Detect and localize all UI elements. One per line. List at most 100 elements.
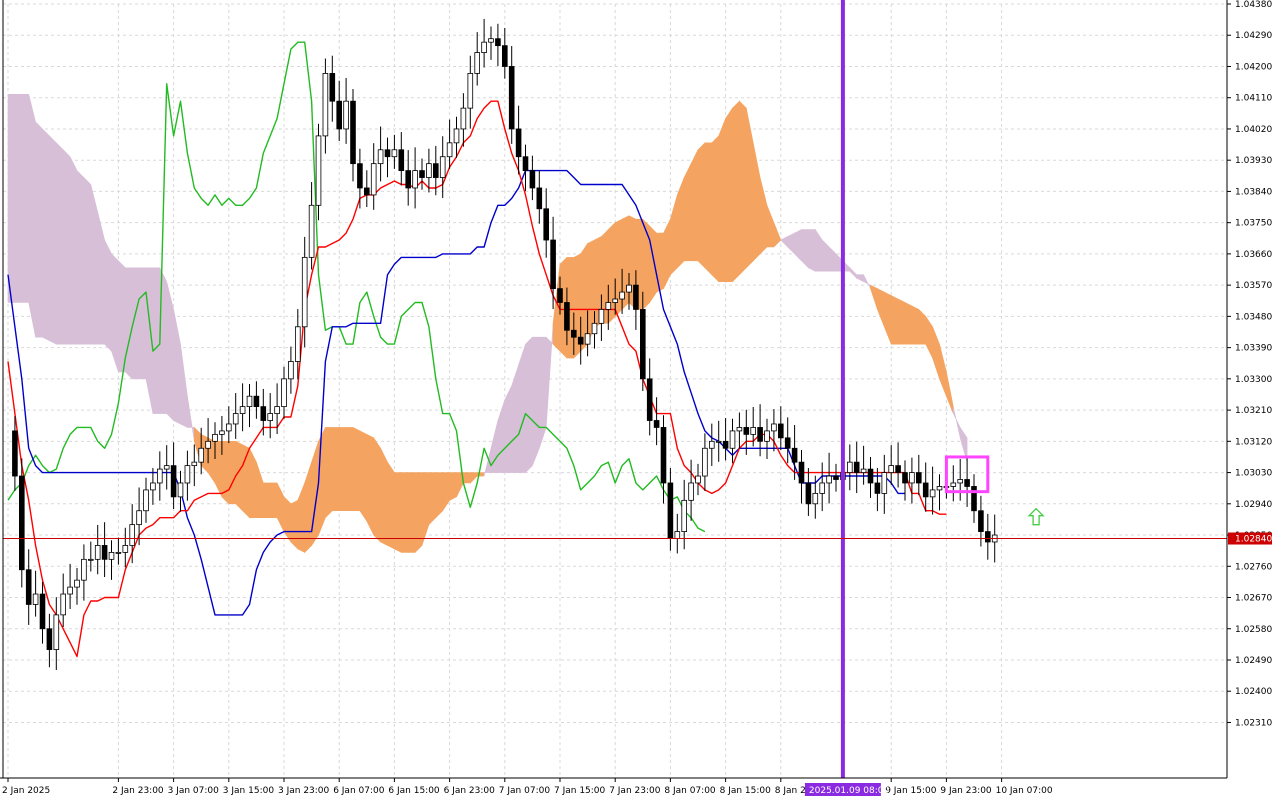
candle-body <box>205 440 211 449</box>
candle-body <box>212 433 218 442</box>
candle-body <box>18 475 25 571</box>
candle-body <box>253 395 260 408</box>
x-tick-label: 10 Jan 07:00 <box>996 786 1053 796</box>
y-tick-label: 1.02940 <box>1235 500 1272 510</box>
candle-body <box>757 427 763 442</box>
candle-body <box>412 170 418 189</box>
candle-body <box>163 465 170 470</box>
kumo-segment <box>373 436 381 543</box>
kumo-segment <box>125 267 133 380</box>
kumo-segment <box>21 93 30 303</box>
kumo-segment <box>400 472 409 553</box>
kumo-segment <box>90 184 98 345</box>
candle-body <box>826 475 832 484</box>
kumo-segment <box>290 499 299 550</box>
candle-body <box>715 440 722 443</box>
kumo-segment <box>338 427 347 512</box>
y-tick-label: 1.02490 <box>1235 656 1272 666</box>
y-tick-label: 1.03300 <box>1235 375 1272 385</box>
candle-body <box>916 472 922 484</box>
y-tick-label: 1.03930 <box>1235 156 1272 166</box>
y-tick-label: 1.02580 <box>1235 625 1272 635</box>
candle-body <box>529 170 536 189</box>
candle-body <box>88 558 94 561</box>
x-tick-label: 9 Jan 23:00 <box>940 786 992 796</box>
candle-body <box>750 427 756 435</box>
candle-body <box>543 208 549 241</box>
candle-body <box>798 461 805 484</box>
y-tick-label: 1.02670 <box>1235 594 1272 604</box>
candle-body <box>550 239 556 290</box>
kumo-segment <box>904 302 913 345</box>
candle-body <box>308 204 315 258</box>
candle-body <box>702 447 708 477</box>
candle-body <box>695 475 701 484</box>
candle-body <box>246 395 253 408</box>
x-tick-label: 6 Jan 07:00 <box>333 786 385 796</box>
candle-body <box>564 302 570 331</box>
y-tick-label: 1.04200 <box>1235 62 1272 72</box>
candle-body <box>198 447 205 463</box>
candle-body <box>853 461 860 473</box>
candle-body <box>60 593 66 616</box>
kumo-segment <box>463 472 471 484</box>
kumo-segment <box>269 482 278 518</box>
candle-body <box>336 100 342 130</box>
candle-body <box>39 593 46 630</box>
candle-body <box>909 472 915 484</box>
candle-body <box>860 468 867 473</box>
candle-body <box>812 492 819 505</box>
kumo-segment <box>366 433 375 536</box>
candle-body <box>405 170 411 189</box>
candle-body <box>481 41 487 53</box>
candle-body <box>350 100 356 165</box>
candle-body <box>805 482 812 505</box>
candle-body <box>391 149 398 158</box>
kumo-segment <box>407 472 416 553</box>
candle-body <box>294 326 301 362</box>
candle-body <box>743 427 750 435</box>
kumo-segment <box>525 336 533 474</box>
candle-body <box>488 38 494 43</box>
kumo-segment <box>111 253 119 373</box>
candle-body <box>929 489 936 498</box>
candle-body <box>363 187 370 196</box>
candle-body <box>108 551 115 560</box>
candle-body <box>640 309 646 380</box>
kumo-segment <box>801 229 809 269</box>
kumo-segment <box>394 472 402 553</box>
kumo-segment <box>138 267 147 380</box>
ichimoku-candlestick-chart[interactable]: 1.04380 1.04290 1.04200 1.04110 1.04020 1.039… <box>0 0 1280 800</box>
candle-body <box>626 284 632 293</box>
kumo-segment <box>897 298 906 345</box>
x-tick-label: 8 Jan 07:00 <box>664 786 716 796</box>
kumo-segment <box>711 135 720 283</box>
candle-body <box>902 472 908 484</box>
kumo-segment <box>890 295 899 345</box>
candle-body <box>605 302 612 310</box>
candle-body <box>660 427 667 484</box>
kumo-segment <box>69 156 78 345</box>
kumo-segment <box>359 430 368 523</box>
candle-body <box>267 413 273 421</box>
kumo-segment <box>331 427 340 512</box>
candle-body <box>508 66 515 130</box>
candle-body <box>432 163 439 178</box>
candle-body <box>522 156 529 172</box>
chart-area[interactable]: 1.04380 1.04290 1.04200 1.04110 1.04020 1.039… <box>0 0 1280 800</box>
candle-body <box>736 427 743 432</box>
candle-body <box>301 256 308 328</box>
kumo-segment <box>911 305 920 345</box>
candle-body <box>122 545 129 553</box>
candle-body <box>646 378 653 421</box>
candle-body <box>32 593 39 605</box>
kumo-segment <box>7 93 16 303</box>
kumo-segment <box>42 128 50 342</box>
candle-body <box>501 45 508 67</box>
x-tick-label: 3 Jan 15:00 <box>223 786 275 796</box>
candle-body <box>936 486 943 491</box>
kumo-segment <box>683 163 692 262</box>
y-tick-label: 1.03120 <box>1235 437 1272 447</box>
candle-body <box>143 489 149 512</box>
candle-body <box>867 468 874 484</box>
